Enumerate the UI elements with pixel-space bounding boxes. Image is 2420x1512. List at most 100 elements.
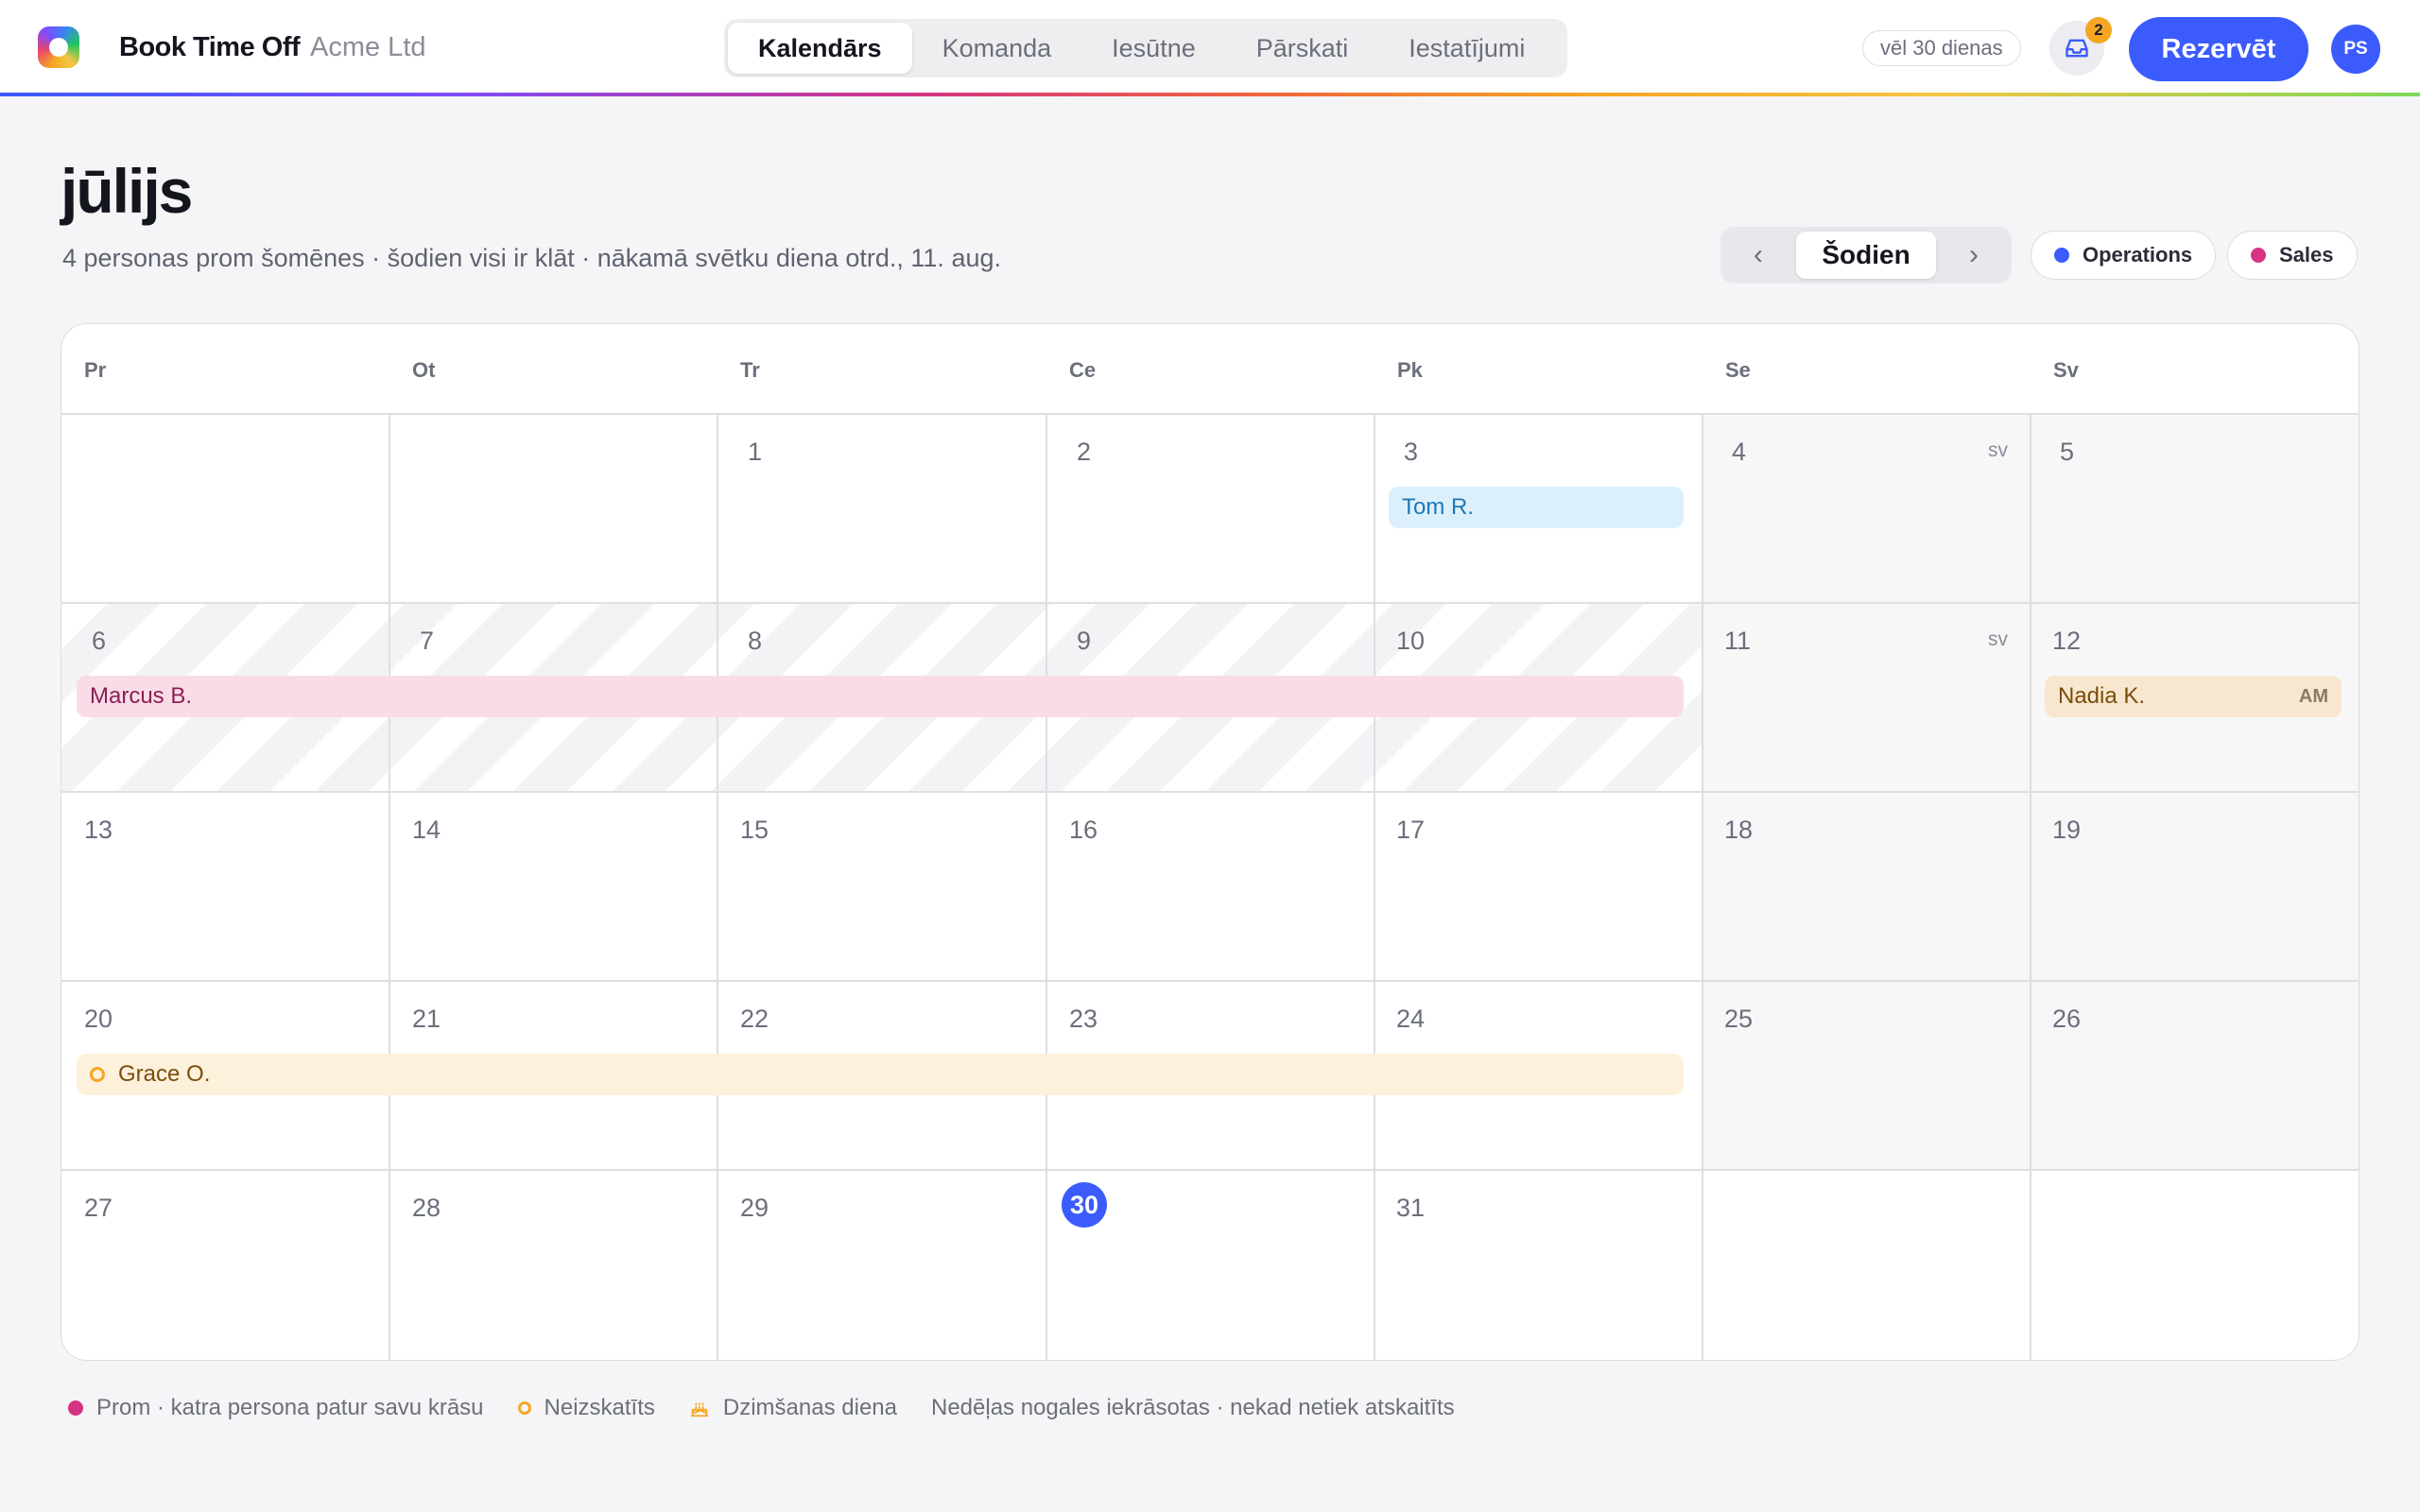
filter-operations-label: Operations — [2083, 243, 2193, 266]
birthday-cake-icon — [690, 1402, 709, 1418]
holiday-tag: sv — [1988, 439, 2008, 461]
day-number[interactable]: 1 — [748, 438, 762, 467]
tab-inbox[interactable]: Iesūtne — [1081, 23, 1226, 74]
day-number[interactable]: 6 — [92, 627, 106, 656]
time-off-event-tom[interactable]: Tom R. — [1389, 487, 1684, 528]
day-number[interactable]: 19 — [2052, 816, 2081, 845]
grid-line — [61, 413, 2359, 415]
brand-name: Book Time Off — [119, 32, 301, 62]
day-number[interactable]: 25 — [1724, 1005, 1753, 1034]
app-logo[interactable] — [38, 26, 79, 68]
day-number[interactable]: 18 — [1724, 816, 1753, 845]
month-calendar: Pr Ot Tr Ce Pk Se Sv 1 2 3 4 sv 5 Tom R.… — [60, 323, 2360, 1361]
grid-line — [717, 413, 718, 1360]
day-number[interactable]: 29 — [740, 1194, 769, 1223]
day-number[interactable]: 15 — [740, 816, 769, 845]
weekday-header-tue: Ot — [412, 358, 436, 382]
grid-line — [1702, 413, 1703, 1360]
header-gradient-divider — [0, 93, 2420, 96]
day-number[interactable]: 7 — [420, 627, 434, 656]
day-number[interactable]: 3 — [1404, 438, 1418, 467]
grid-line — [2030, 413, 2031, 1360]
calendar-legend: Prom · katra persona patur savu krāsu Ne… — [68, 1395, 1489, 1421]
weekday-header-wed: Tr — [740, 358, 760, 382]
day-number[interactable]: 5 — [2060, 438, 2074, 467]
weekday-header-sun: Sv — [2053, 358, 2079, 382]
day-number[interactable]: 23 — [1069, 1005, 1098, 1034]
legend-pending-label: Neizskatīts — [544, 1395, 655, 1420]
legend-pending: Neizskatīts — [517, 1395, 655, 1421]
pending-ring-icon — [90, 1067, 105, 1082]
day-number[interactable]: 14 — [412, 816, 441, 845]
grid-line — [1046, 413, 1047, 1360]
sales-color-dot — [2251, 248, 2266, 263]
nadia-event-label: Nadia K. — [2058, 683, 2146, 709]
day-number[interactable]: 8 — [748, 627, 762, 656]
day-number[interactable]: 27 — [84, 1194, 112, 1223]
pending-ring-icon — [517, 1401, 531, 1415]
day-number[interactable]: 2 — [1077, 438, 1091, 467]
grid-line — [61, 980, 2359, 982]
grid-line — [61, 1169, 2359, 1171]
book-time-off-button[interactable]: Rezervēt — [2129, 17, 2308, 81]
filter-operations[interactable]: Operations — [2031, 231, 2217, 280]
away-dot-icon — [68, 1400, 83, 1416]
legend-weekends: Nedēļas nogales iekrāsotas · nekad netie… — [931, 1395, 1455, 1421]
weekday-header-thu: Ce — [1069, 358, 1097, 382]
today-button[interactable]: Šodien — [1796, 232, 1936, 279]
legend-birthday: Dzimšanas diena — [689, 1395, 897, 1421]
day-number[interactable]: 17 — [1396, 816, 1425, 845]
day-number[interactable]: 22 — [740, 1005, 769, 1034]
inbox-tray-icon — [2066, 39, 2088, 58]
day-number[interactable]: 9 — [1077, 627, 1091, 656]
top-bar: Book Time Off Acme Ltd Kalendārs Komanda… — [0, 0, 2420, 94]
month-navigation: ‹ Šodien › — [1720, 227, 2012, 284]
user-avatar[interactable]: PS — [2331, 25, 2380, 74]
page-subtitle: 4 personas prom šomēnes · šodien visi ir… — [62, 244, 1001, 272]
filter-sales[interactable]: Sales — [2227, 231, 2358, 280]
page-title: jūlijs — [60, 156, 193, 226]
days-remaining-badge: vēl 30 dienas — [1862, 30, 2021, 66]
organization-name: Acme Ltd — [310, 32, 426, 62]
previous-month-button[interactable]: ‹ — [1720, 227, 1796, 284]
day-number[interactable]: 10 — [1396, 627, 1425, 656]
time-off-event-grace[interactable]: Grace O. — [77, 1054, 1684, 1095]
today-date-marker[interactable]: 30 — [1062, 1182, 1107, 1228]
day-number[interactable]: 26 — [2052, 1005, 2081, 1034]
filter-sales-label: Sales — [2279, 243, 2334, 266]
grace-event-label: Grace O. — [118, 1061, 211, 1087]
day-number[interactable]: 24 — [1396, 1005, 1425, 1034]
grid-line — [61, 791, 2359, 793]
tab-settings[interactable]: Iestatījumi — [1378, 23, 1555, 74]
grid-line — [1374, 413, 1375, 1360]
legend-weekends-label: Nedēļas nogales iekrāsotas · nekad netie… — [930, 1395, 1455, 1420]
tab-team[interactable]: Komanda — [912, 23, 1082, 74]
legend-birthday-label: Dzimšanas diena — [722, 1395, 897, 1420]
time-off-event-nadia[interactable]: Nadia K. AM — [2045, 676, 2342, 717]
legend-away-label: Prom · katra persona patur savu krāsu — [96, 1395, 484, 1420]
day-number[interactable]: 28 — [412, 1194, 441, 1223]
day-number[interactable]: 11 — [1724, 627, 1751, 656]
day-number[interactable]: 12 — [2052, 627, 2081, 656]
grid-line — [389, 413, 390, 1360]
holiday-tag: sv — [1988, 628, 2008, 650]
main-nav-tabs: Kalendārs Komanda Iesūtne Pārskati Iesta… — [724, 19, 1567, 77]
weekday-header-fri: Pk — [1397, 358, 1423, 382]
legend-away: Prom · katra persona patur savu krāsu — [68, 1395, 484, 1421]
weekday-header-sat: Se — [1725, 358, 1751, 382]
day-number[interactable]: 21 — [412, 1005, 441, 1034]
day-number[interactable]: 13 — [84, 816, 112, 845]
inbox-count-badge: 2 — [2085, 17, 2112, 43]
day-number[interactable]: 4 — [1732, 438, 1746, 467]
day-number[interactable]: 31 — [1396, 1194, 1425, 1223]
next-month-button[interactable]: › — [1936, 227, 2012, 284]
half-day-tag: AM — [2298, 685, 2328, 707]
weekday-header-mon: Pr — [84, 358, 107, 382]
operations-color-dot — [2054, 248, 2069, 263]
tab-calendar[interactable]: Kalendārs — [728, 23, 912, 74]
grid-line — [61, 602, 2359, 604]
tab-reports[interactable]: Pārskati — [1226, 23, 1379, 74]
day-number[interactable]: 16 — [1069, 816, 1098, 845]
day-number[interactable]: 20 — [84, 1005, 112, 1034]
time-off-event-marcus[interactable]: Marcus B. — [77, 676, 1684, 717]
